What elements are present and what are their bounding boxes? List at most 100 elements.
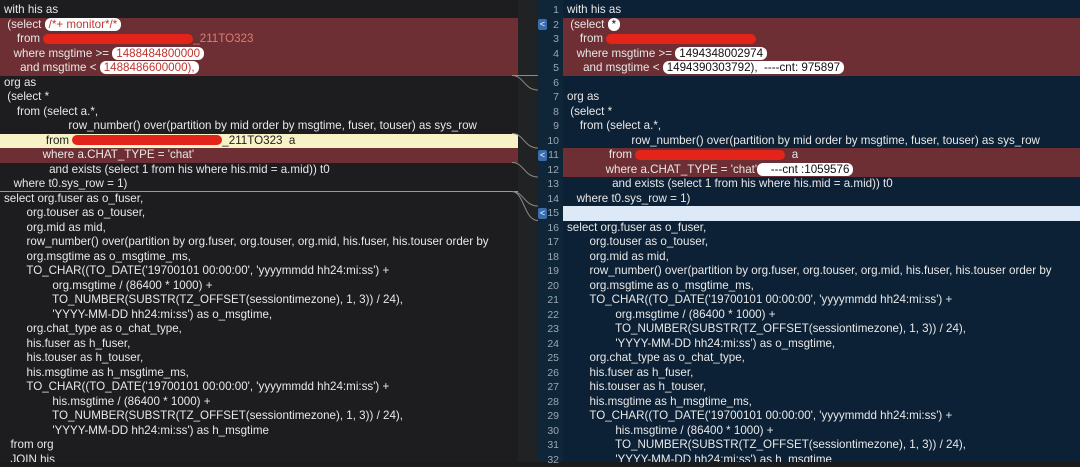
left-code-text: TO_CHAR((TO_DATE('19700101 00:00:00', 'y… <box>4 380 389 395</box>
right-code-line: (select * <box>563 105 1080 120</box>
left-code-line: his.fuser as h_fuser, <box>0 337 518 352</box>
left-editor-pane[interactable]: with his as (select /*+ monitor*/* from … <box>0 0 518 462</box>
right-editor-pane[interactable]: with his as (select * from where msgtime… <box>563 0 1080 462</box>
line-number: 24 <box>537 337 559 352</box>
left-code-line: org.msgtime / (86400 * 1000) + <box>0 279 518 294</box>
right-code-line: TO_NUMBER(SUBSTR(TZ_OFFSET(sessiontimezo… <box>563 322 1080 337</box>
changed-token: 1488486600000), <box>100 61 199 74</box>
line-number: 32 <box>537 453 559 467</box>
left-code-text: (select * <box>4 90 49 105</box>
left-code-line: where a.CHAT_TYPE = 'chat' <box>0 148 518 163</box>
line-number: 5 <box>537 61 559 76</box>
left-code-line: TO_NUMBER(SUBSTR(TZ_OFFSET(sessiontimezo… <box>0 409 518 424</box>
redaction-mark <box>43 34 193 44</box>
changed-token: /*+ monitor*/* <box>45 18 122 31</box>
left-code-line: select org.fuser as o_fuser, <box>0 192 518 207</box>
left-code-line: with his as <box>0 3 518 18</box>
right-code-text: org.msgtime / (86400 * 1000) + <box>567 308 775 323</box>
right-code-line <box>563 206 1080 221</box>
right-code-text: with his as <box>567 3 621 18</box>
right-code-line: row_number() over(partition by org.fuser… <box>563 264 1080 279</box>
right-code-text: row_number() over(partition by mid order… <box>567 134 1040 149</box>
left-code-text: with his as <box>4 3 58 18</box>
right-code-text: his.msgtime as h_msgtime_ms, <box>567 395 752 410</box>
diff-connector <box>512 0 538 462</box>
line-number: 27 <box>537 380 559 395</box>
right-code-text: his.touser as h_touser, <box>567 380 706 395</box>
line-number: 14 <box>537 192 559 207</box>
connector-curve <box>512 134 538 149</box>
redaction-mark <box>606 34 756 44</box>
connector-curve <box>512 192 538 207</box>
line-number: 28 <box>537 395 559 410</box>
left-code-line: from (select a.*, <box>0 105 518 120</box>
left-code-text: row_number() over(partition by org.fuser… <box>4 235 489 250</box>
left-code-line: his.msgtime as h_msgtime_ms, <box>0 366 518 381</box>
merge-arrow-button[interactable]: < <box>538 150 547 161</box>
right-code-line: from (select a.*, <box>563 119 1080 134</box>
right-code-line: his.fuser as h_fuser, <box>563 366 1080 381</box>
right-code-line: where msgtime >= 1494348002974 <box>563 47 1080 62</box>
right-code-text: (select * <box>567 18 620 33</box>
line-number: 3 <box>537 32 559 47</box>
right-code-text: his.msgtime / (86400 * 1000) + <box>567 424 774 439</box>
left-code-text: org.msgtime as o_msgtime_ms, <box>4 250 191 265</box>
left-code-text: his.fuser as h_fuser, <box>4 337 130 352</box>
left-code-line: row_number() over(partition by mid order… <box>0 119 518 134</box>
left-code-text: row_number() over(partition by mid order… <box>4 119 477 134</box>
left-code-text: his.msgtime / (86400 * 1000) + <box>4 395 211 410</box>
left-code-text: and exists (select 1 from his where his.… <box>4 163 330 178</box>
right-code-line: 'YYYY-MM-DD hh24:mi:ss') as h_msgtime <box>563 453 1080 463</box>
left-code-text: TO_CHAR((TO_DATE('19700101 00:00:00', 'y… <box>4 264 389 279</box>
line-number: 1 <box>537 3 559 18</box>
line-number: 8 <box>537 105 559 120</box>
left-code-text: from (select a.*, <box>4 105 98 120</box>
left-code-line: org.chat_type as o_chat_type, <box>0 322 518 337</box>
left-code-line: his.touser as h_touser, <box>0 351 518 366</box>
hunk-separator <box>0 191 518 192</box>
line-number: 21 <box>537 293 559 308</box>
right-code-line: where a.CHAT_TYPE = 'chat' ---cnt :10595… <box>563 163 1080 178</box>
left-code-text: and msgtime < 1488486600000), <box>4 61 199 76</box>
right-code-text: from a <box>567 148 798 163</box>
right-code-line: org.mid as mid, <box>563 250 1080 265</box>
right-code-line: his.msgtime / (86400 * 1000) + <box>563 424 1080 439</box>
right-code-line: org.msgtime as o_msgtime_ms, <box>563 279 1080 294</box>
line-number: 18 <box>537 250 559 265</box>
left-code-line: TO_CHAR((TO_DATE('19700101 00:00:00', 'y… <box>0 264 518 279</box>
right-code-line: (select * <box>563 18 1080 33</box>
right-code-text: TO_NUMBER(SUBSTR(TZ_OFFSET(sessiontimezo… <box>567 322 966 337</box>
right-code-text: 'YYYY-MM-DD hh24:mi:ss') as h_msgtime <box>567 453 832 463</box>
left-code-text: org.chat_type as o_chat_type, <box>4 322 182 337</box>
left-code-line: and exists (select 1 from his where his.… <box>0 163 518 178</box>
right-code-line: TO_NUMBER(SUBSTR(TZ_OFFSET(sessiontimezo… <box>563 438 1080 453</box>
right-code-line: where t0.sys_row = 1) <box>563 192 1080 207</box>
left-code-line: 'YYYY-MM-DD hh24:mi:ss') as h_msgtime <box>0 424 518 439</box>
changed-token: * <box>608 18 621 31</box>
connector-curve <box>512 76 538 91</box>
left-code-line: and msgtime < 1488486600000), <box>0 61 518 76</box>
merge-arrow-button[interactable]: < <box>538 208 547 219</box>
right-code-line: from a <box>563 148 1080 163</box>
left-code-text: TO_NUMBER(SUBSTR(TZ_OFFSET(sessiontimezo… <box>4 409 403 424</box>
left-code-text: TO_NUMBER(SUBSTR(TZ_OFFSET(sessiontimezo… <box>4 293 403 308</box>
left-code-text: 'YYYY-MM-DD hh24:mi:ss') as o_msgtime, <box>4 308 272 323</box>
changed-token: 1494390303792), ----cnt: 975897 <box>663 61 844 74</box>
left-code-text: his.touser as h_touser, <box>4 351 143 366</box>
left-code-line: TO_NUMBER(SUBSTR(TZ_OFFSET(sessiontimezo… <box>0 293 518 308</box>
line-number: 22 <box>537 308 559 323</box>
right-code-text: where a.CHAT_TYPE = 'chat' ---cnt :10595… <box>567 163 853 178</box>
left-code-text: select org.fuser as o_fuser, <box>4 192 143 207</box>
right-code-line: and msgtime < 1494390303792), ----cnt: 9… <box>563 61 1080 76</box>
line-number: 29 <box>537 409 559 424</box>
merge-arrow-button[interactable]: < <box>538 19 547 30</box>
right-code-text: and exists (select 1 from his where his.… <box>567 177 893 192</box>
right-code-line: and exists (select 1 from his where his.… <box>563 177 1080 192</box>
redaction-mark <box>635 150 785 160</box>
right-code-text: where t0.sys_row = 1) <box>567 192 690 207</box>
left-code-line: TO_CHAR((TO_DATE('19700101 00:00:00', 'y… <box>0 380 518 395</box>
right-code-text: 'YYYY-MM-DD hh24:mi:ss') as o_msgtime, <box>567 337 835 352</box>
changed-token: 1488484800000 <box>112 47 204 60</box>
left-code-text: from org <box>4 438 54 453</box>
left-code-line: 'YYYY-MM-DD hh24:mi:ss') as o_msgtime, <box>0 308 518 323</box>
